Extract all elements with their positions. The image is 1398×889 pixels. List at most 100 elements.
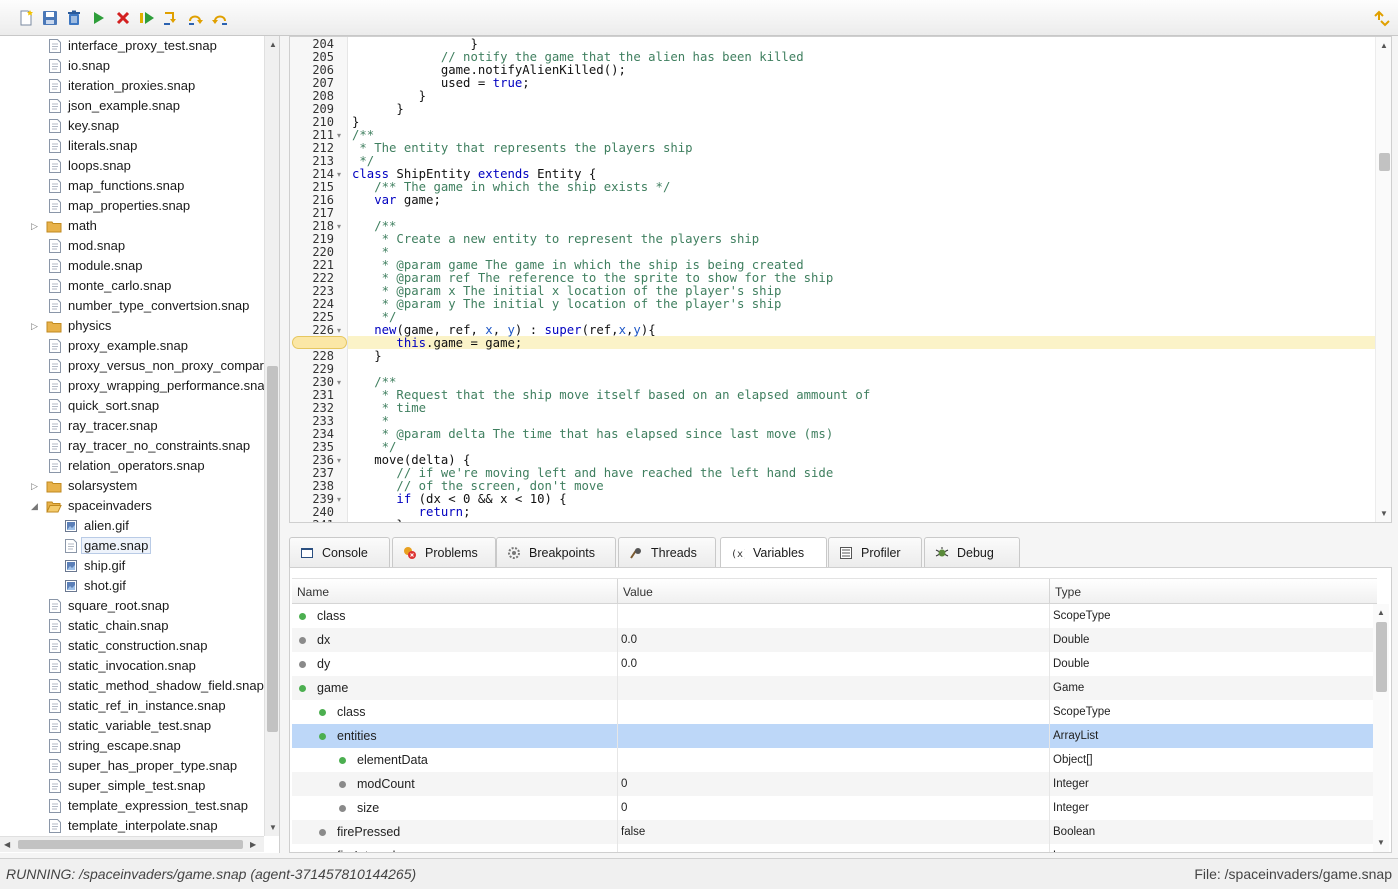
primitive-dot-icon[interactable] <box>339 781 346 788</box>
variables-scroll-thumb[interactable] <box>1376 622 1387 692</box>
tree-folder[interactable]: ▷ solarsystem <box>0 476 264 496</box>
tree-file[interactable]: map_functions.snap <box>0 176 264 196</box>
tree-file[interactable]: proxy_wrapping_performance.sna <box>0 376 264 396</box>
column-header-value[interactable]: Value <box>623 585 653 599</box>
tree-file[interactable]: literals.snap <box>0 136 264 156</box>
scroll-left-arrow-icon[interactable]: ◀ <box>4 840 10 850</box>
variable-row[interactable]: firePressed false Boolean <box>292 820 1373 844</box>
code-line[interactable]: } <box>352 350 381 363</box>
tree-horizontal-scrollbar[interactable]: ◀ ▶ <box>0 836 264 852</box>
tab-profiler[interactable]: Profiler <box>828 537 922 567</box>
fold-toggle-icon[interactable]: ▾ <box>337 220 341 233</box>
primitive-dot-icon[interactable] <box>339 805 346 812</box>
tab-debug[interactable]: Debug <box>924 537 1020 567</box>
column-header-type[interactable]: Type <box>1055 585 1081 599</box>
editor-scroll-thumb[interactable] <box>1379 153 1390 171</box>
tree-file[interactable]: key.snap <box>0 116 264 136</box>
tree-file[interactable]: relation_operators.snap <box>0 456 264 476</box>
scroll-down-arrow-icon[interactable]: ▼ <box>1377 838 1385 848</box>
tree-file[interactable]: iteration_proxies.snap <box>0 76 264 96</box>
tree-file[interactable]: module.snap <box>0 256 264 276</box>
tree-folder[interactable]: ▷ math <box>0 216 264 236</box>
variable-row[interactable]: dy 0.0 Double <box>292 652 1373 676</box>
tab-console[interactable]: Console <box>289 537 390 567</box>
code-line[interactable]: * The entity that represents the players… <box>352 142 692 155</box>
tree-file[interactable]: interface_proxy_test.snap <box>0 36 264 56</box>
resume-icon[interactable] <box>138 9 156 27</box>
scroll-right-arrow-icon[interactable]: ▶ <box>250 840 256 850</box>
code-line[interactable]: } <box>352 103 403 116</box>
collapsed-arrow-icon[interactable]: ▷ <box>31 321 41 331</box>
tree-file[interactable]: template_interpolate.snap <box>0 816 264 836</box>
tree-file[interactable]: io.snap <box>0 56 264 76</box>
tree-file[interactable]: json_example.snap <box>0 96 264 116</box>
step-return-icon[interactable] <box>211 9 229 27</box>
tree-file[interactable]: proxy_versus_non_proxy_compar <box>0 356 264 376</box>
code-line[interactable]: * Request that the ship move itself base… <box>352 389 871 402</box>
variable-row[interactable]: class ScopeType <box>292 700 1373 724</box>
tree-file[interactable]: super_simple_test.snap <box>0 776 264 796</box>
variable-row[interactable]: game Game <box>292 676 1373 700</box>
save-icon[interactable] <box>41 9 59 27</box>
scroll-down-arrow-icon[interactable]: ▼ <box>269 823 277 833</box>
editor-vertical-scrollbar[interactable]: ▲ ▼ <box>1375 37 1391 522</box>
tab-threads[interactable]: Threads <box>618 537 716 567</box>
tree-file[interactable]: ship.gif <box>0 556 264 576</box>
tree-file[interactable]: loops.snap <box>0 156 264 176</box>
tree-file[interactable]: game.snap <box>0 536 264 556</box>
tree-file[interactable]: static_variable_test.snap <box>0 716 264 736</box>
tree-file[interactable]: number_type_convertsion.snap <box>0 296 264 316</box>
tree-file[interactable]: static_construction.snap <box>0 636 264 656</box>
fold-toggle-icon[interactable]: ▾ <box>337 129 341 142</box>
variable-row[interactable]: fireInterval Long <box>292 844 1373 852</box>
column-divider[interactable] <box>617 579 618 604</box>
fold-toggle-icon[interactable]: ▾ <box>337 376 341 389</box>
scroll-down-arrow-icon[interactable]: ▼ <box>1380 509 1388 519</box>
object-dot-icon[interactable] <box>319 733 326 740</box>
variable-row[interactable]: class ScopeType <box>292 604 1373 628</box>
tree-file[interactable]: map_properties.snap <box>0 196 264 216</box>
sync-icon[interactable] <box>1372 9 1390 27</box>
delete-icon[interactable] <box>65 9 83 27</box>
tree-file[interactable]: shot.gif <box>0 576 264 596</box>
variable-row[interactable]: dx 0.0 Double <box>292 628 1373 652</box>
step-over-icon[interactable] <box>187 9 205 27</box>
collapsed-arrow-icon[interactable]: ▷ <box>31 481 41 491</box>
collapsed-arrow-icon[interactable]: ▷ <box>31 221 41 231</box>
tree-file[interactable]: quick_sort.snap <box>0 396 264 416</box>
object-dot-icon[interactable] <box>339 757 346 764</box>
primitive-dot-icon[interactable] <box>299 661 306 668</box>
tree-file[interactable]: static_invocation.snap <box>0 656 264 676</box>
code-line[interactable]: } <box>352 519 403 523</box>
code-editor[interactable]: 204 205 206 207 208 209 210 211 ▾ 212 213 214 ▾ 215 21… <box>289 36 1392 523</box>
scroll-up-arrow-icon[interactable]: ▲ <box>269 40 277 50</box>
tree-file[interactable]: monte_carlo.snap <box>0 276 264 296</box>
run-icon[interactable] <box>89 9 107 27</box>
column-divider[interactable] <box>1049 579 1050 604</box>
tree-folder[interactable]: ▷ physics <box>0 316 264 336</box>
object-dot-icon[interactable] <box>299 685 306 692</box>
variable-row[interactable]: entities ArrayList <box>292 724 1373 748</box>
fold-toggle-icon[interactable]: ▾ <box>337 454 341 467</box>
code-line[interactable]: var game; <box>352 194 441 207</box>
column-header-name[interactable]: Name <box>297 585 329 599</box>
code-line[interactable]: * @param delta The time that has elapsed… <box>352 428 834 441</box>
tree-folder[interactable]: ◢ spaceinvaders <box>0 496 264 516</box>
tree-file[interactable]: square_root.snap <box>0 596 264 616</box>
fold-toggle-icon[interactable]: ▾ <box>337 493 341 506</box>
step-into-icon[interactable] <box>162 9 180 27</box>
tab-breakpoints[interactable]: Breakpoints <box>496 537 616 567</box>
variables-vertical-scrollbar[interactable]: ▲ ▼ <box>1373 604 1389 852</box>
tree-hscroll-thumb[interactable] <box>18 840 243 849</box>
code-line[interactable]: * @param y The initial y location of the… <box>352 298 782 311</box>
tree-file[interactable]: proxy_example.snap <box>0 336 264 356</box>
tree-file[interactable]: alien.gif <box>0 516 264 536</box>
tree-file[interactable]: ray_tracer.snap <box>0 416 264 436</box>
variable-row[interactable]: size 0 Integer <box>292 796 1373 820</box>
tree-scroll-thumb[interactable] <box>267 366 278 732</box>
variable-row[interactable]: modCount 0 Integer <box>292 772 1373 796</box>
object-dot-icon[interactable] <box>319 709 326 716</box>
tree-file[interactable]: super_has_proper_type.snap <box>0 756 264 776</box>
expanded-arrow-icon[interactable]: ◢ <box>31 501 41 511</box>
primitive-dot-icon[interactable] <box>319 829 326 836</box>
